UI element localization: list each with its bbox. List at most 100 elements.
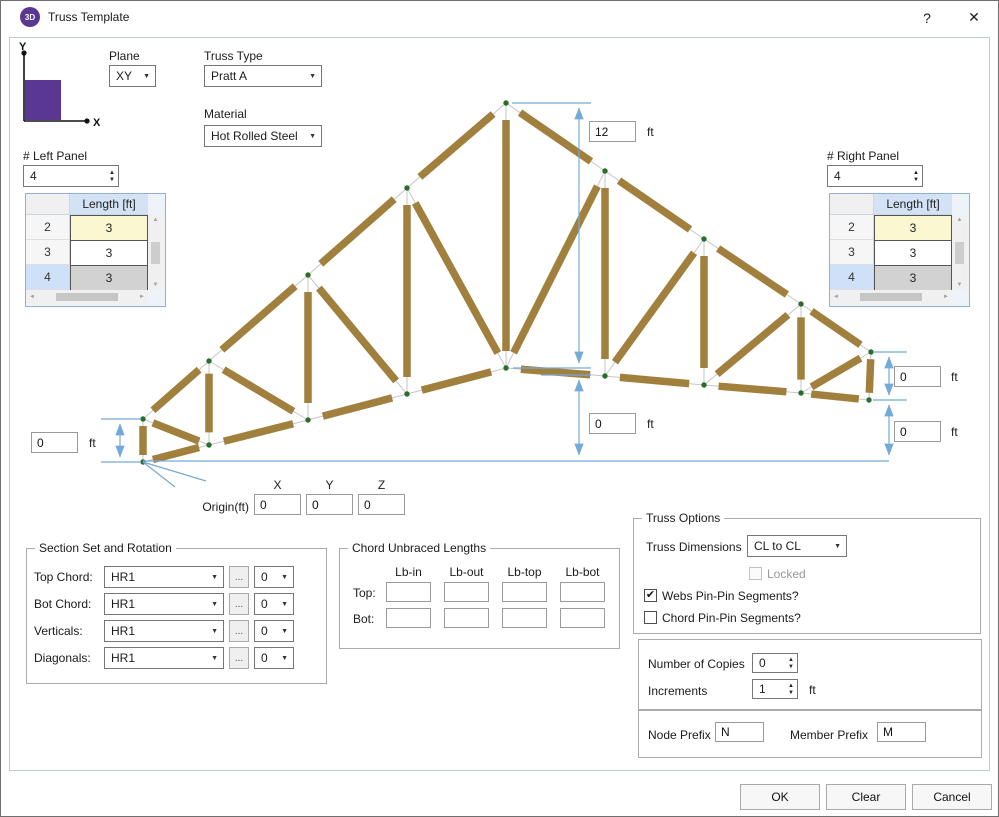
mid-depth-input[interactable]	[589, 413, 636, 434]
unbraced-bot-lb-top-input[interactable]	[502, 608, 547, 628]
bot-chord-browse-button[interactable]: ...	[229, 593, 249, 615]
webs-pin-pin-label: Webs Pin-Pin Segments?	[662, 589, 799, 603]
length-column-header: Length [ft]	[874, 194, 952, 215]
unbraced-bot-lb-out-input[interactable]	[444, 608, 489, 628]
diagonals-rotation-select[interactable]: 0▼	[254, 647, 294, 669]
table-cell[interactable]: 3	[874, 240, 952, 266]
unbraced-bot-lb-bot-input[interactable]	[560, 608, 605, 628]
window-title: Truss Template	[48, 10, 129, 24]
scroll-up-icon[interactable]: ▲	[957, 217, 963, 223]
table-cell[interactable]: 3	[874, 215, 952, 241]
row-header[interactable]: 2	[830, 215, 874, 240]
help-icon[interactable]: ?	[913, 6, 941, 30]
close-icon[interactable]: ✕	[959, 5, 989, 30]
chevron-down-icon: ▼	[281, 655, 288, 662]
clear-button[interactable]: Clear	[826, 784, 906, 810]
spinner-up-icon[interactable]: ▲	[788, 657, 794, 663]
material-label: Material	[204, 107, 247, 121]
bot-chord-label: Bot Chord:	[34, 597, 91, 611]
table-cell[interactable]: 3	[70, 240, 148, 266]
verticals-label: Verticals:	[34, 624, 83, 638]
left-panel-value: 4	[24, 169, 37, 183]
diagonals-browse-button[interactable]: ...	[229, 647, 249, 669]
vertical-scrollbar[interactable]: ▲ ▼	[148, 215, 163, 290]
origin-y-input[interactable]	[306, 494, 353, 515]
spinner-up-icon[interactable]: ▲	[788, 683, 794, 689]
increments-spinner[interactable]: 1 ▲▼	[752, 679, 798, 699]
unbraced-top-lb-bot-input[interactable]	[560, 582, 605, 602]
table-cell[interactable]: 3	[874, 265, 952, 291]
vertical-scrollbar[interactable]: ▲ ▼	[952, 215, 967, 290]
scrollbar-thumb[interactable]	[151, 242, 160, 264]
scrollbar-thumb[interactable]	[955, 242, 964, 264]
table-cell[interactable]: 3	[70, 265, 148, 291]
left-panel-spinner[interactable]: 4 ▲▼	[23, 165, 119, 187]
scroll-right-icon[interactable]: ►	[139, 294, 145, 300]
spinner-down-icon[interactable]: ▼	[788, 664, 794, 670]
unbraced-title: Chord Unbraced Lengths	[348, 541, 490, 555]
material-select[interactable]: Hot Rolled Steel ▼	[204, 125, 322, 147]
row-header[interactable]: 2	[26, 215, 70, 240]
horizontal-scrollbar[interactable]: ◄ ►	[26, 290, 148, 304]
horizontal-scrollbar[interactable]: ◄ ►	[830, 290, 952, 304]
top-chord-label: Top Chord:	[34, 570, 93, 584]
chevron-down-icon: ▼	[281, 574, 288, 581]
unbraced-top-lb-in-input[interactable]	[386, 582, 431, 602]
unbraced-bot-lb-in-input[interactable]	[386, 608, 431, 628]
locked-checkbox	[749, 567, 762, 580]
truss-dimensions-select[interactable]: CL to CL▼	[747, 535, 847, 557]
spinner-up-icon[interactable]: ▲	[109, 170, 115, 176]
spinner-down-icon[interactable]: ▼	[913, 177, 919, 183]
scroll-down-icon[interactable]: ▼	[957, 282, 963, 288]
right-panel-value: 4	[828, 169, 841, 183]
member-prefix-input[interactable]	[877, 722, 926, 742]
truss-template-dialog: 3D Truss Template ? ✕ Y X	[0, 0, 999, 817]
right-end-upper-input[interactable]	[894, 366, 941, 387]
right-panel-spinner[interactable]: 4 ▲▼	[827, 165, 923, 187]
truss-height-input[interactable]	[589, 121, 636, 142]
spinner-down-icon[interactable]: ▼	[109, 177, 115, 183]
plane-select[interactable]: XY ▼	[109, 65, 156, 87]
verticals-section-select[interactable]: HR1▼	[104, 620, 224, 642]
scroll-up-icon[interactable]: ▲	[153, 217, 159, 223]
bot-chord-section-select[interactable]: HR1▼	[104, 593, 224, 615]
top-chord-section-select[interactable]: HR1▼	[104, 566, 224, 588]
lb-top-header: Lb-top	[502, 565, 547, 579]
unbraced-top-lb-top-input[interactable]	[502, 582, 547, 602]
right-end-lower-input[interactable]	[894, 421, 941, 442]
diagonals-section-select[interactable]: HR1▼	[104, 647, 224, 669]
cancel-button[interactable]: Cancel	[912, 784, 992, 810]
scrollbar-thumb[interactable]	[860, 293, 922, 301]
unbraced-top-label: Top:	[353, 586, 376, 600]
origin-z-input[interactable]	[358, 494, 405, 515]
table-cell[interactable]: 3	[70, 215, 148, 241]
spinner-up-icon[interactable]: ▲	[913, 170, 919, 176]
row-header[interactable]: 4	[26, 265, 70, 290]
bot-chord-rotation-select[interactable]: 0▼	[254, 593, 294, 615]
truss-type-select[interactable]: Pratt A ▼	[204, 65, 322, 87]
top-chord-browse-button[interactable]: ...	[229, 566, 249, 588]
unbraced-top-lb-out-input[interactable]	[444, 582, 489, 602]
diagonals-label: Diagonals:	[34, 651, 91, 665]
webs-pin-pin-checkbox[interactable]: ✔	[644, 589, 657, 602]
scroll-left-icon[interactable]: ◄	[833, 294, 839, 300]
top-chord-rotation-select[interactable]: 0▼	[254, 566, 294, 588]
ok-button[interactable]: OK	[740, 784, 820, 810]
verticals-browse-button[interactable]: ...	[229, 620, 249, 642]
scroll-right-icon[interactable]: ►	[943, 294, 949, 300]
row-header[interactable]: 4	[830, 265, 874, 290]
left-end-depth-input[interactable]	[31, 432, 78, 453]
chord-pin-pin-checkbox[interactable]	[644, 611, 657, 624]
scrollbar-thumb[interactable]	[56, 293, 118, 301]
plane-label: Plane	[109, 49, 140, 63]
row-header[interactable]: 3	[830, 240, 874, 265]
origin-x-input[interactable]	[254, 494, 301, 515]
copies-spinner[interactable]: 0 ▲▼	[752, 653, 798, 673]
row-header[interactable]: 3	[26, 240, 70, 265]
verticals-rotation-select[interactable]: 0▼	[254, 620, 294, 642]
node-prefix-input[interactable]	[715, 722, 764, 742]
scroll-left-icon[interactable]: ◄	[29, 294, 35, 300]
scroll-down-icon[interactable]: ▼	[153, 282, 159, 288]
origin-z-label: Z	[358, 478, 405, 492]
spinner-down-icon[interactable]: ▼	[788, 690, 794, 696]
